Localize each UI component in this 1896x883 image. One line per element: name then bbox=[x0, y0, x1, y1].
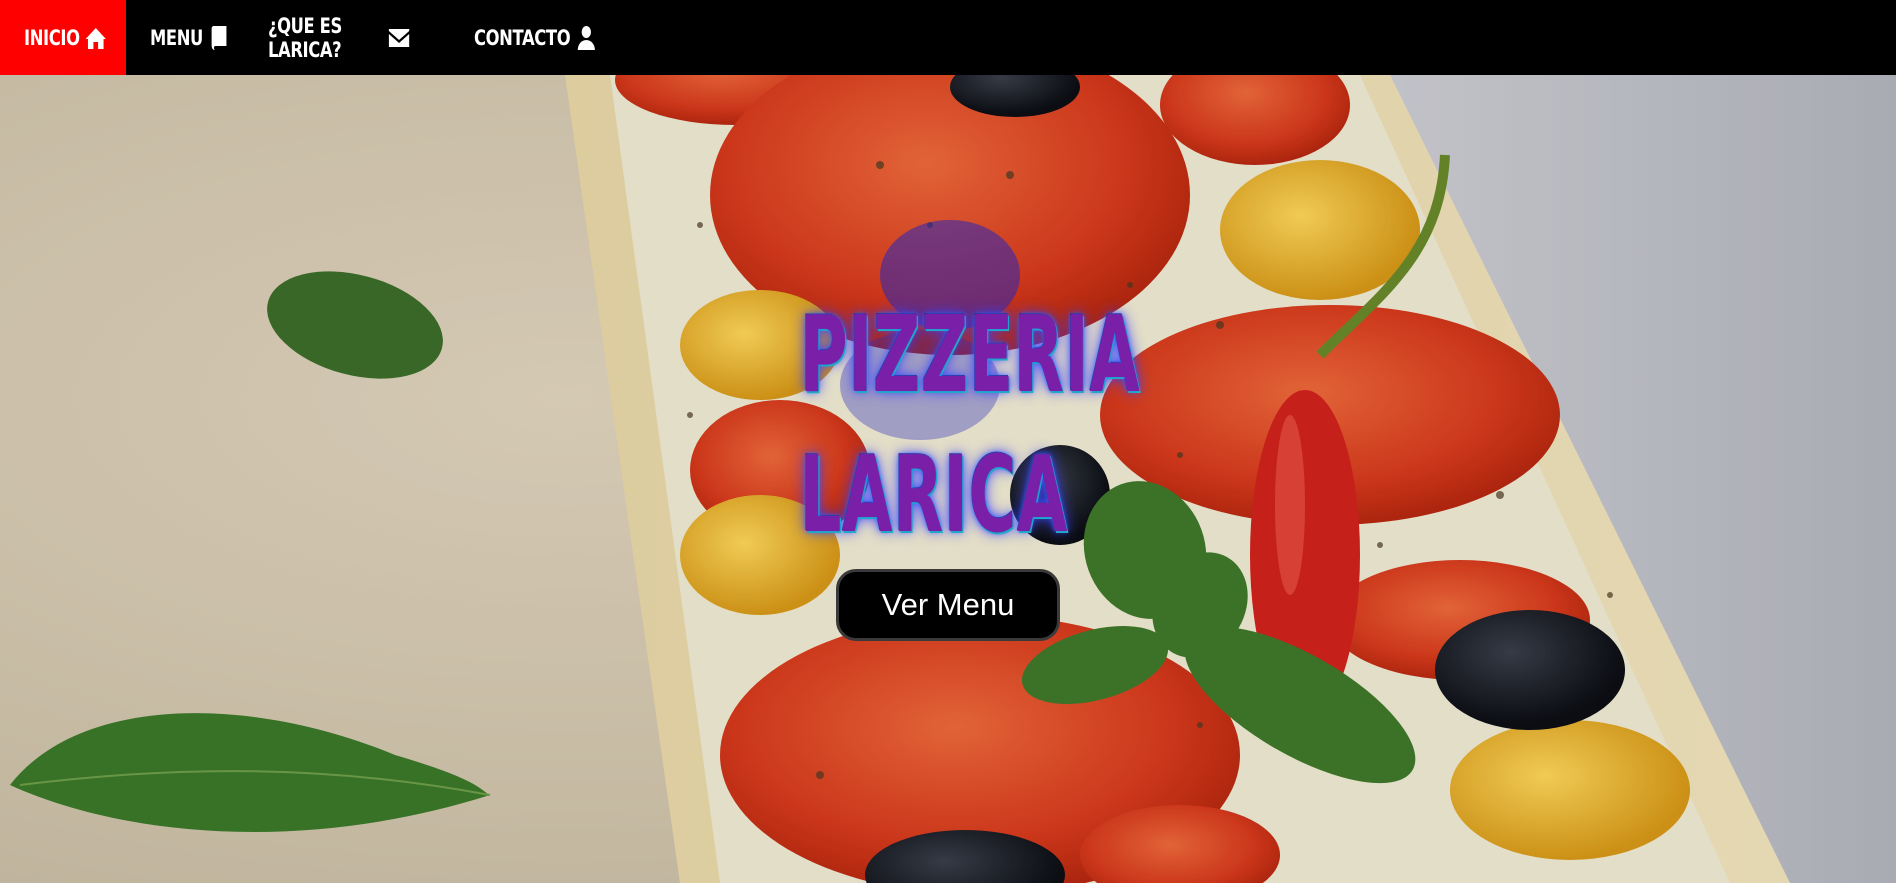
book-icon bbox=[208, 25, 231, 51]
nav-item-contacto[interactable]: CONTACTO bbox=[474, 25, 598, 51]
hero-title: PIZZERIA LARICA bbox=[800, 285, 1141, 565]
nav-inicio-slot: INICIO bbox=[0, 0, 126, 75]
nav-menu-slot: MENU bbox=[126, 0, 244, 75]
nav-item-que-es-larica-label: ¿QUE ES LARICA? bbox=[268, 13, 342, 62]
top-navbar: INICIO MENU ¿QUE ES LARICA? CONTACTO bbox=[0, 0, 1896, 75]
nav-item-menu-label: MENU bbox=[150, 25, 203, 50]
hero-title-line2: LARICA bbox=[800, 434, 1069, 556]
nav-item-que-es-larica[interactable]: ¿QUE ES LARICA? bbox=[268, 14, 410, 62]
home-icon bbox=[84, 25, 107, 51]
nav-item-menu[interactable]: MENU bbox=[150, 25, 231, 51]
hero-title-line1: PIZZERIA bbox=[800, 294, 1141, 416]
nav-larica-slot: ¿QUE ES LARICA? bbox=[244, 0, 450, 75]
nav-item-inicio-label: INICIO bbox=[24, 25, 80, 50]
envelope-icon bbox=[388, 25, 410, 51]
user-icon bbox=[575, 25, 598, 51]
hero-section: PIZZERIA LARICA Ver Menu bbox=[0, 75, 1896, 883]
nav-item-contacto-label: CONTACTO bbox=[474, 25, 571, 50]
ver-menu-button[interactable]: Ver Menu bbox=[836, 569, 1060, 641]
nav-contacto-slot: CONTACTO bbox=[450, 0, 610, 75]
nav-item-inicio[interactable]: INICIO bbox=[24, 25, 108, 51]
